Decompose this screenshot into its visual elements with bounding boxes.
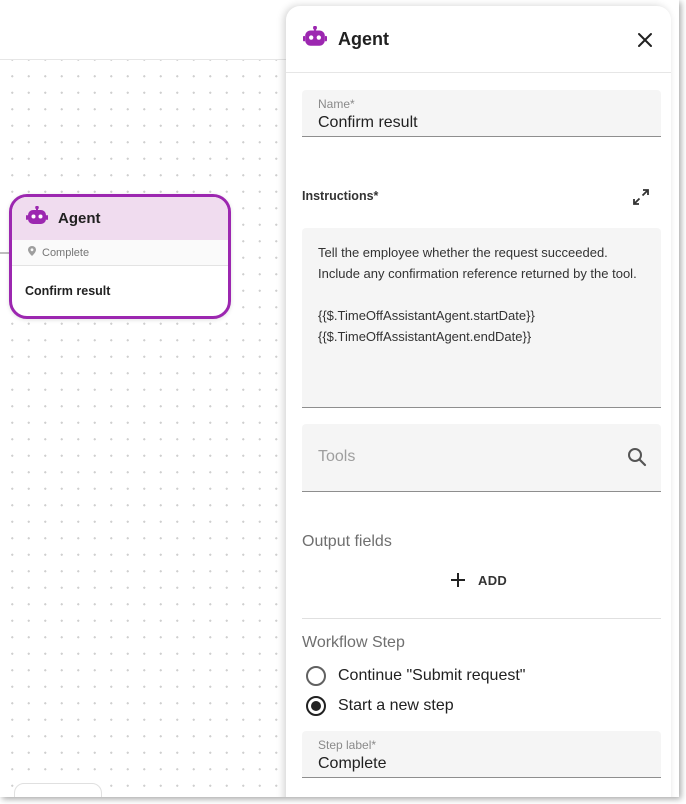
instructions-line: Tell the employee whether the request su…: [318, 245, 608, 260]
tools-search-field[interactable]: Tools: [302, 424, 661, 492]
step-label-field[interactable]: Step label* Complete: [302, 731, 661, 778]
expand-button[interactable]: [631, 187, 651, 207]
add-output-field-button[interactable]: ADD: [450, 567, 507, 593]
workflow-step-heading: Workflow Step: [302, 634, 405, 651]
canvas-toolbar: [0, 0, 300, 60]
divider: [302, 618, 661, 619]
name-field-label: Name*: [318, 97, 355, 111]
step-label-field-value: Complete: [318, 755, 387, 772]
search-icon[interactable]: [625, 445, 649, 469]
tools-placeholder: Tools: [318, 448, 356, 465]
instructions-line: Include any confirmation reference retur…: [318, 266, 637, 281]
instructions-line: [318, 284, 645, 305]
agent-node-title: Agent: [58, 210, 101, 227]
agent-node-step-label: Complete: [42, 246, 90, 259]
plus-icon: [451, 573, 465, 587]
panel-header: Agent: [286, 6, 671, 73]
add-button-label: ADD: [478, 572, 508, 588]
expand-icon: [633, 189, 649, 205]
location-pin-icon: [28, 246, 36, 259]
output-fields-heading: Output fields: [302, 533, 392, 550]
instructions-label: Instructions*: [302, 189, 379, 203]
agent-node-name: Confirm result: [25, 284, 111, 298]
name-field[interactable]: Name* Confirm result: [302, 90, 661, 137]
agent-node-step: Complete: [12, 240, 228, 266]
close-icon: [638, 33, 652, 47]
radio-new-step[interactable]: Start a new step: [306, 696, 454, 716]
name-field-value: Confirm result: [318, 114, 418, 131]
step-label-field-label: Step label*: [318, 738, 377, 752]
canvas-bottom-control[interactable]: [14, 783, 102, 797]
workflow-canvas[interactable]: Agent Complete Confirm result: [0, 0, 300, 797]
instructions-textarea[interactable]: Tell the employee whether the request su…: [302, 228, 661, 408]
robot-icon: [303, 25, 327, 53]
radio-button[interactable]: [306, 666, 326, 686]
radio-button-selected[interactable]: [306, 696, 326, 716]
robot-icon: [26, 205, 48, 231]
instructions-line: {{$.TimeOffAssistantAgent.startDate}}: [318, 308, 535, 323]
radio-new-step-label: Start a new step: [338, 697, 454, 714]
app-window: Agent Complete Confirm result Agent Name…: [0, 0, 679, 797]
agent-node[interactable]: Agent Complete Confirm result: [9, 194, 231, 319]
panel-title: Agent: [338, 28, 389, 49]
agent-node-header: Agent: [12, 197, 228, 240]
instructions-line: {{$.TimeOffAssistantAgent.endDate}}: [318, 329, 532, 344]
close-button[interactable]: [633, 28, 657, 52]
radio-continue-step[interactable]: Continue "Submit request": [306, 666, 525, 686]
radio-continue-label: Continue "Submit request": [338, 667, 526, 684]
agent-config-panel: Agent Name* Confirm result Instructions*…: [286, 6, 671, 797]
